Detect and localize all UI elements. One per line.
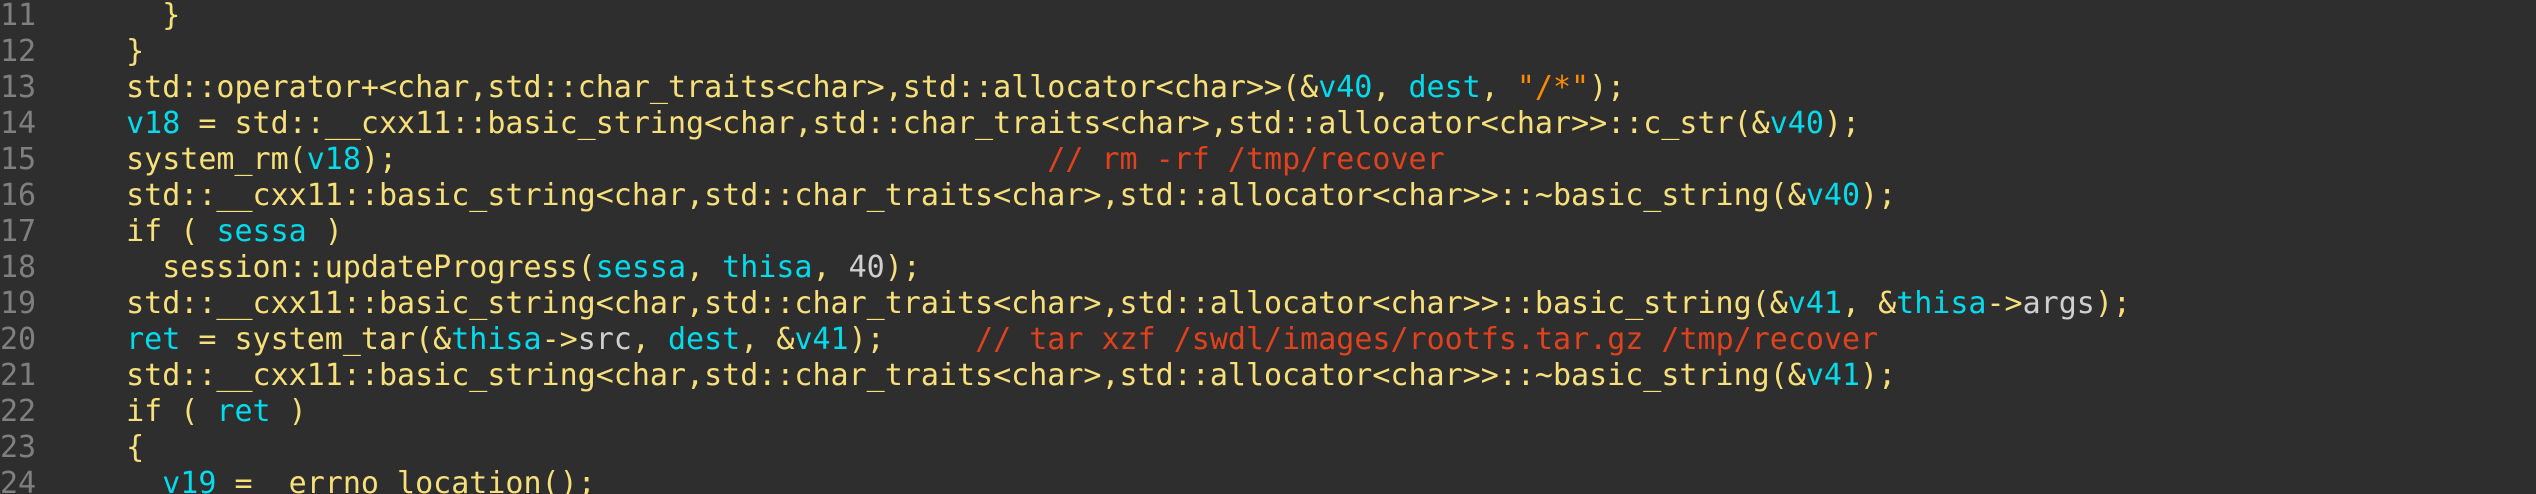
code-text: v18 = std::__cxx11::basic_string<char,st…: [90, 106, 1860, 142]
code-token: }: [90, 34, 145, 69]
code-text: }: [90, 34, 144, 70]
code-token: );: [1589, 70, 1626, 105]
code-token: session::updateProgress(: [90, 250, 596, 285]
code-token: ret: [216, 394, 271, 429]
line-number: 24: [0, 466, 37, 494]
code-token: v40: [1318, 70, 1373, 105]
code-token: system_rm(: [90, 142, 307, 177]
code-token: = _errno_location();: [216, 466, 596, 494]
code-token: 40: [848, 250, 885, 285]
code-token: );: [1860, 358, 1897, 393]
code-token: // rm -rf /tmp/recover: [1047, 142, 1445, 177]
code-token: src: [577, 322, 632, 357]
code-text: std::__cxx11::basic_string<char,std::cha…: [90, 178, 1896, 214]
line-number: 14: [0, 106, 37, 141]
code-text: if ( ret ): [90, 394, 307, 430]
code-token: // tar xzf /swdl/images/rootfs.tar.gz /t…: [975, 322, 1879, 357]
code-token: dest: [668, 322, 741, 357]
code-token: ->: [1986, 286, 2023, 321]
code-token: = system_tar(&: [180, 322, 452, 357]
code-token: ,: [1480, 70, 1517, 105]
code-text: ret = system_tar(&thisa->src, dest, &v41…: [90, 322, 1878, 358]
code-text: session::updateProgress(sessa, thisa, 40…: [90, 250, 921, 286]
code-token: args: [2022, 286, 2095, 321]
code-token: v41: [794, 322, 849, 357]
line-number: 21: [0, 358, 37, 393]
code-token: std::__cxx11::basic_string<char,std::cha…: [90, 286, 1788, 321]
code-text: std::__cxx11::basic_string<char,std::cha…: [90, 358, 1896, 394]
code-text: system_rm(v18); // rm -rf /tmp/recover: [90, 142, 1445, 178]
code-token: sessa: [595, 250, 687, 285]
code-token: );: [1860, 178, 1897, 213]
code-token: sessa: [216, 214, 307, 249]
line-number: 22: [0, 394, 37, 429]
code-token: v19: [162, 466, 217, 494]
code-token: ->: [541, 322, 578, 357]
code-text: std::__cxx11::basic_string<char,std::cha…: [90, 286, 2131, 322]
line-number: 13: [0, 70, 37, 105]
code-token: thisa: [722, 250, 813, 285]
code-token: ): [306, 214, 343, 249]
code-token: v18: [126, 106, 181, 141]
line-number: 23: [0, 430, 37, 465]
line-number: 20: [0, 322, 37, 357]
code-token: dest: [1408, 70, 1481, 105]
code-token: );: [360, 142, 1048, 177]
code-token: if (: [90, 394, 217, 429]
code-token: v41: [1787, 286, 1842, 321]
line-number: 15: [0, 142, 37, 177]
code-token: ,: [686, 250, 723, 285]
code-token: ret: [126, 322, 181, 357]
code-token: std::operator+<char,std::char_traits<cha…: [90, 70, 1319, 105]
code-token: std::__cxx11::basic_string<char,std::cha…: [90, 358, 1806, 393]
code-token: if (: [90, 214, 217, 249]
code-token: {: [90, 430, 145, 465]
code-token: ,: [1372, 70, 1409, 105]
code-token: ): [270, 394, 307, 429]
code-token: v40: [1769, 106, 1824, 141]
line-number: 16: [0, 178, 37, 213]
code-token: ,: [812, 250, 849, 285]
code-token: v40: [1805, 178, 1861, 213]
code-token: );: [884, 250, 921, 285]
code-text: {: [90, 430, 144, 466]
code-token: );: [1823, 106, 1861, 141]
code-token: }: [90, 0, 181, 33]
line-number: 11: [0, 0, 37, 33]
code-token: );: [2094, 286, 2131, 321]
code-text: std::operator+<char,std::char_traits<cha…: [90, 70, 1625, 106]
code-token: , &: [1841, 286, 1897, 321]
code-token: v18: [306, 142, 361, 177]
code-token: thisa: [451, 322, 542, 357]
code-text: if ( sessa ): [90, 214, 343, 250]
code-token: );: [848, 322, 976, 357]
code-token: thisa: [1896, 286, 1987, 321]
line-number: 12: [0, 34, 37, 69]
code-token: "/*": [1516, 70, 1590, 105]
code-token: , &: [740, 322, 795, 357]
code-editor[interactable]: 11 } 12 } 13 std::operator+<char,std::char…: [0, 0, 2536, 494]
code-text: v19 = _errno_location();: [90, 466, 596, 494]
code-token: = std::__cxx11::basic_string<char,std::c…: [180, 106, 1770, 141]
line-number: 18: [0, 250, 37, 285]
code-text: }: [90, 0, 180, 34]
code-token: v41: [1805, 358, 1861, 393]
code-token: std::__cxx11::basic_string<char,std::cha…: [90, 178, 1806, 213]
line-number: 19: [0, 286, 37, 321]
line-number: 17: [0, 214, 37, 249]
code-token: ,: [631, 322, 668, 357]
